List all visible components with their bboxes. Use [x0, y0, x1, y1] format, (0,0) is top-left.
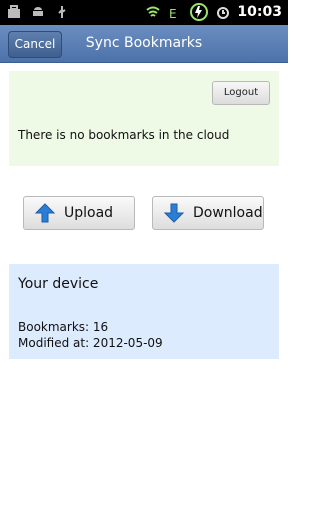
- device-bookmarks-count: Bookmarks: 16: [18, 320, 109, 334]
- upload-label: Upload: [64, 205, 114, 221]
- status-bar: E 10:03: [0, 0, 288, 25]
- battery-charging-icon: [189, 3, 209, 21]
- upload-arrow-icon: [34, 202, 56, 224]
- status-time: 10:03: [237, 4, 282, 20]
- device-modified-date: Modified at: 2012-05-09: [18, 336, 163, 350]
- download-button[interactable]: Download: [152, 196, 264, 230]
- cloud-status-message: There is no bookmarks in the cloud: [18, 128, 230, 142]
- usb-icon: [54, 4, 70, 20]
- upload-button[interactable]: Upload: [23, 196, 135, 230]
- android-icon: [30, 4, 46, 20]
- download-label: Download: [193, 205, 263, 221]
- wifi-icon: [145, 4, 161, 20]
- svg-text:E: E: [169, 7, 177, 20]
- title-bar: Sync Bookmarks Cancel: [0, 25, 288, 63]
- download-arrow-icon: [163, 202, 185, 224]
- device-title: Your device: [18, 276, 99, 292]
- cancel-button[interactable]: Cancel: [8, 31, 62, 58]
- status-left-icons: [6, 4, 70, 20]
- alarm-icon: [215, 4, 231, 20]
- device-info-panel: Your device Bookmarks: 16 Modified at: 2…: [9, 264, 279, 359]
- briefcase-icon: [6, 4, 22, 20]
- signal-e-icon: E: [167, 4, 183, 20]
- cloud-status-panel: Logout There is no bookmarks in the clou…: [9, 71, 279, 166]
- logout-button[interactable]: Logout: [212, 81, 270, 105]
- status-right-icons: E 10:03: [145, 2, 282, 22]
